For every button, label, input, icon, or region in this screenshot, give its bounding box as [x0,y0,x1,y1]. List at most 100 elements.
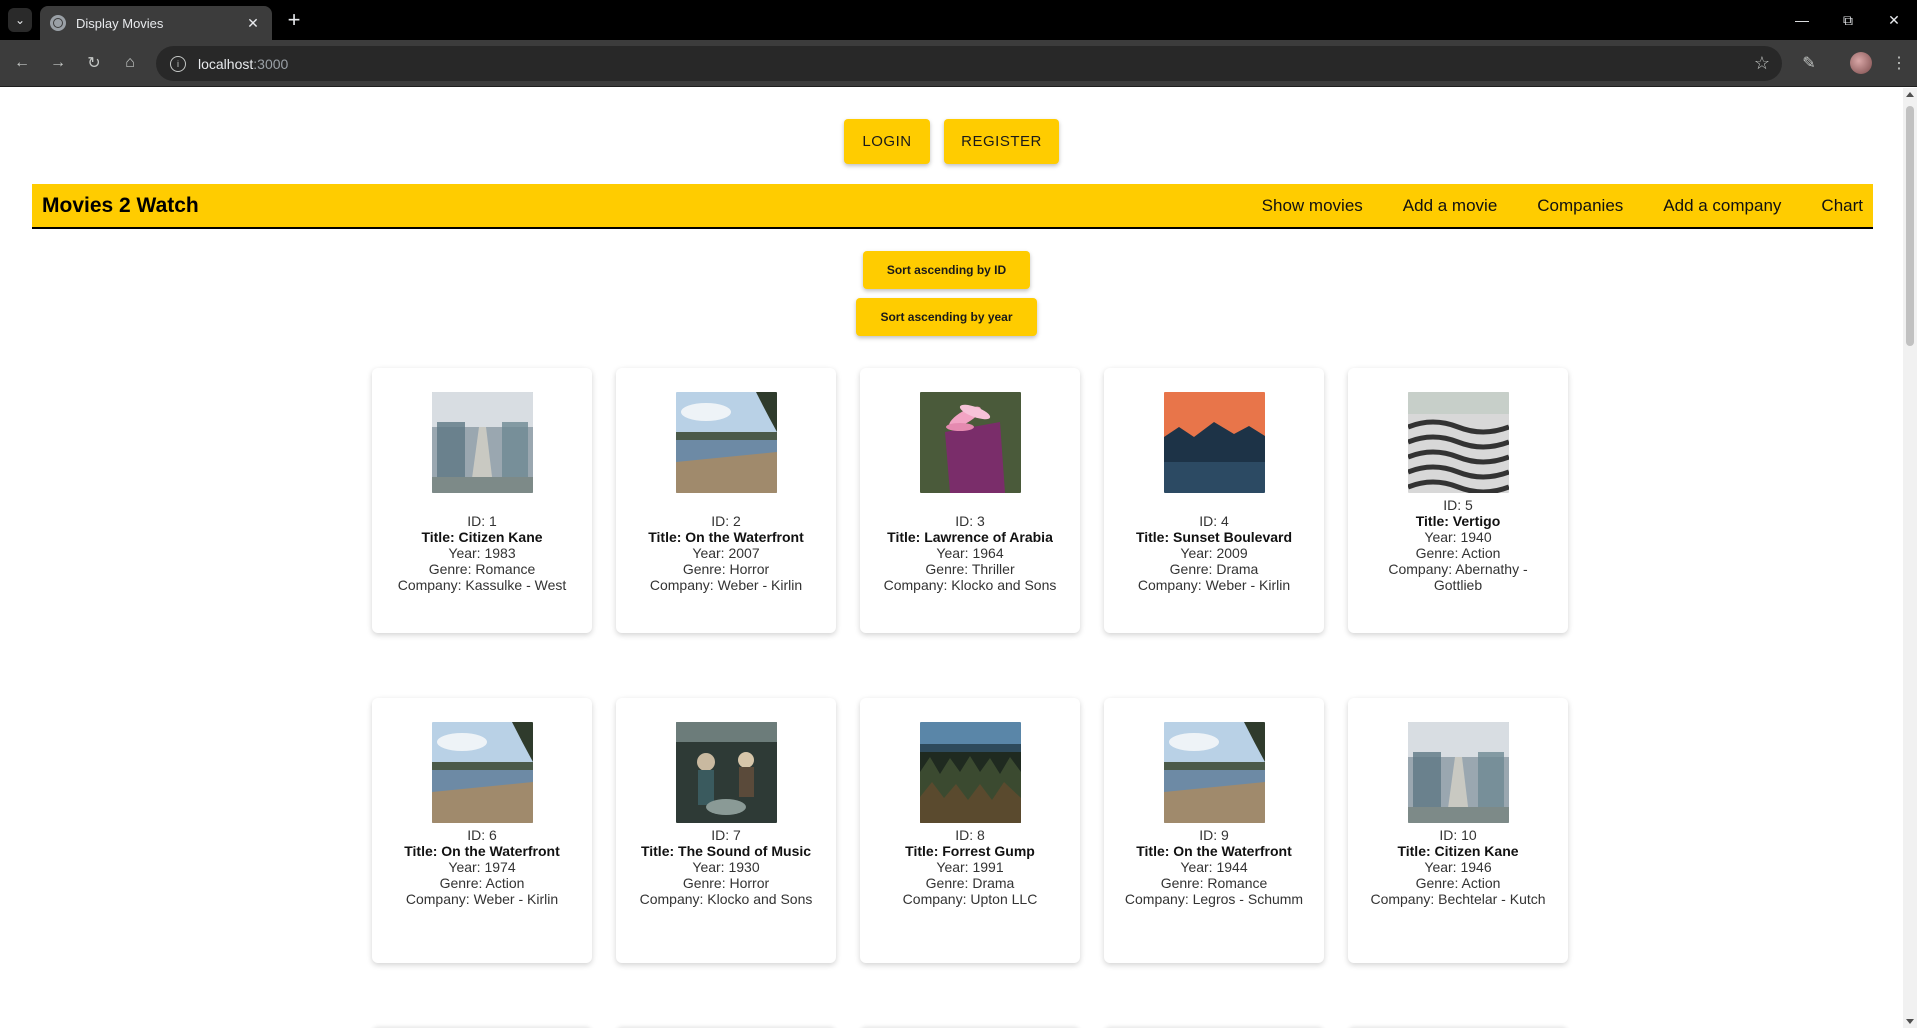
movie-title: Title: On the Waterfront [1136,843,1292,859]
home-icon[interactable]: ⌂ [118,51,142,75]
browser-menu-icon[interactable]: ⋮ [1887,51,1911,75]
movie-year: Year: 1946 [1424,859,1492,875]
wave-pavement-icon [1407,392,1509,493]
profile-avatar[interactable] [1849,51,1873,75]
movie-genre: Genre: Action [1415,545,1501,561]
movie-title: Title: The Sound of Music [640,843,812,859]
band-icon [675,722,777,823]
movie-card[interactable]: ID: 8 Title: Forrest Gump Year: 1991 Gen… [860,698,1080,963]
movie-company: Company: Klocko and Sons [639,891,813,907]
movie-info: ID: 9 Title: On the Waterfront Year: 194… [1104,827,1324,907]
movie-id: ID: 9 [1199,827,1229,843]
movie-year: Year: 1940 [1424,529,1492,545]
movie-company: Company: Weber - Kirlin [405,891,559,907]
flower-book-icon [919,392,1021,493]
sort-by-year-button[interactable]: Sort ascending by year [856,298,1037,336]
movie-info: ID: 1 Title: Citizen Kane Year: 1983 Gen… [372,513,592,593]
movie-genre: Genre: Drama [1169,561,1259,577]
movie-card[interactable]: ID: 5 Title: Vertigo Year: 1940 Genre: A… [1348,368,1568,633]
movie-title: Title: On the Waterfront [404,843,560,859]
movie-id: ID: 5 [1443,497,1473,513]
close-window-icon[interactable]: ✕ [1871,0,1917,40]
movie-id: ID: 4 [1199,513,1229,529]
avatar [1850,52,1872,74]
restore-icon[interactable]: ⧉ [1825,0,1871,40]
movie-title: Title: Sunset Boulevard [1135,529,1293,545]
sort-by-id-button[interactable]: Sort ascending by ID [863,251,1030,289]
scroll-up-arrow-icon[interactable] [1906,92,1914,97]
dock-icon [675,392,777,493]
movie-company: Company: Klocko and Sons [883,577,1057,593]
close-tab-icon[interactable]: ✕ [244,14,262,32]
movie-info: ID: 6 Title: On the Waterfront Year: 197… [372,827,592,907]
login-button[interactable]: LOGIN [844,119,930,164]
back-arrow-icon[interactable]: ← [10,51,34,75]
forward-arrow-icon[interactable]: → [46,51,70,75]
tab-search-chevron-icon[interactable]: ⌄ [8,8,32,32]
station-icon [431,392,533,493]
browser-tab[interactable]: Display Movies ✕ [40,6,272,40]
movie-year: Year: 2009 [1180,545,1248,561]
movie-year: Year: 1983 [448,545,516,561]
movie-id: ID: 7 [711,827,741,843]
movie-year: Year: 2007 [692,545,760,561]
movie-card[interactable]: ID: 3 Title: Lawrence of Arabia Year: 19… [860,368,1080,633]
movie-genre: Genre: Thriller [925,561,1015,577]
browser-toolbar: ← → ↻ ⌂ i localhost:3000 ☆ ✎ ⋮ [0,40,1917,87]
main-navbar: Movies 2 Watch Show movies Add a movie C… [32,184,1873,229]
browser-tab-bar: ⌄ Display Movies ✕ + — ⧉ ✕ [0,0,1917,40]
movie-card[interactable]: ID: 4 Title: Sunset Boulevard Year: 2009… [1104,368,1324,633]
movie-company: Company: Legros - Schumm [1124,891,1304,907]
bookmark-star-icon[interactable]: ☆ [1754,53,1770,74]
movie-title: Title: Citizen Kane [1397,843,1519,859]
scrollbar-thumb[interactable] [1906,106,1914,346]
movie-id: ID: 3 [955,513,985,529]
nav-add-movie[interactable]: Add a movie [1403,196,1498,216]
extensions-puzzle-icon[interactable]: ✎ [1797,51,1821,75]
movie-info: ID: 10 Title: Citizen Kane Year: 1946 Ge… [1348,827,1568,907]
movie-id: ID: 1 [467,513,497,529]
movie-card[interactable]: ID: 6 Title: On the Waterfront Year: 197… [372,698,592,963]
page-viewport: LOGIN REGISTER Movies 2 Watch Show movie… [0,88,1917,1028]
brand-title[interactable]: Movies 2 Watch [42,194,1222,218]
forest-icon [919,722,1021,823]
movie-year: Year: 1974 [448,859,516,875]
movie-info: ID: 2 Title: On the Waterfront Year: 200… [616,513,836,593]
nav-companies[interactable]: Companies [1537,196,1623,216]
movie-card[interactable]: ID: 1 Title: Citizen Kane Year: 1983 Gen… [372,368,592,633]
movie-info: ID: 5 Title: Vertigo Year: 1940 Genre: A… [1348,497,1568,593]
movie-id: ID: 2 [711,513,741,529]
movie-company: Company: Bechtelar - Kutch [1370,891,1546,907]
address-bar[interactable]: i localhost:3000 ☆ [156,46,1782,81]
url-port: :3000 [253,55,289,72]
movie-card[interactable]: ID: 7 Title: The Sound of Music Year: 19… [616,698,836,963]
movie-company: Company: Kassulke - West [397,577,567,593]
nav-show-movies[interactable]: Show movies [1262,196,1363,216]
register-button[interactable]: REGISTER [944,119,1059,164]
nav-add-company[interactable]: Add a company [1663,196,1781,216]
scroll-down-arrow-icon[interactable] [1906,1019,1914,1024]
movie-title: Title: Citizen Kane [421,529,543,545]
minimize-icon[interactable]: — [1779,0,1825,40]
movie-card[interactable]: ID: 9 Title: On the Waterfront Year: 194… [1104,698,1324,963]
page-scrollbar[interactable] [1903,88,1917,1028]
movie-genre: Genre: Action [1415,875,1501,891]
reload-icon[interactable]: ↻ [82,51,106,75]
tab-title: Display Movies [76,15,164,31]
movie-card[interactable]: ID: 2 Title: On the Waterfront Year: 200… [616,368,836,633]
site-info-icon[interactable]: i [170,55,186,72]
movie-year: Year: 1944 [1180,859,1248,875]
movie-title: Title: Lawrence of Arabia [887,529,1053,545]
movie-year: Year: 1930 [692,859,760,875]
movie-id: ID: 6 [467,827,497,843]
movie-id: ID: 8 [955,827,985,843]
movie-title: Title: On the Waterfront [648,529,804,545]
movie-card[interactable]: ID: 10 Title: Citizen Kane Year: 1946 Ge… [1348,698,1568,963]
sunset-icon [1163,392,1265,493]
station-icon [1407,722,1509,823]
movie-company: Company: Abernathy - Gottlieb [1388,561,1528,593]
url-host: localhost [198,55,254,72]
movie-genre: Genre: Horror [682,875,770,891]
new-tab-plus-icon[interactable]: + [282,7,306,32]
nav-chart[interactable]: Chart [1821,196,1863,216]
